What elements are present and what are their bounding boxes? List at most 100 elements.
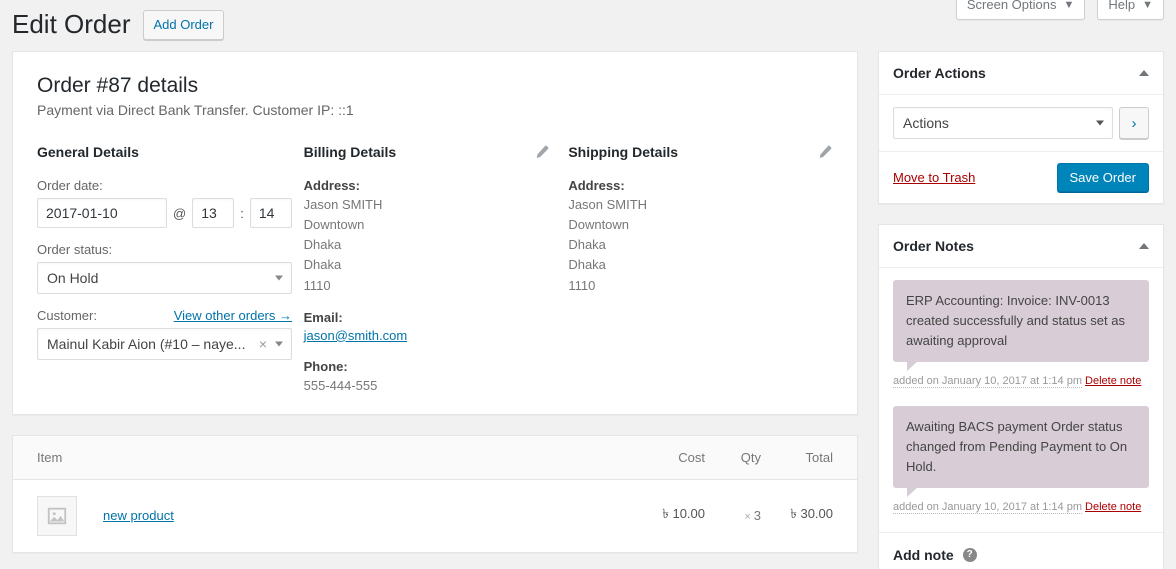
order-columns: General Details Order date: @ : Order st… (37, 144, 833, 396)
order-actions-panel: Order Actions Actions › Move to Trash Sa… (878, 51, 1164, 204)
add-note-label: Add note (893, 547, 954, 563)
billing-phone-label: Phone: (304, 359, 569, 374)
shipping-details-column: Shipping Details Address: Jason SMITH Do… (568, 144, 833, 396)
view-other-orders-link[interactable]: View other orders → (174, 308, 292, 323)
page-title: Edit Order (12, 8, 131, 42)
billing-address-line: Downtown (304, 215, 569, 235)
column-header-total: Total (761, 450, 833, 465)
column-header-qty: Qty (705, 450, 761, 465)
billing-details-heading: Billing Details (304, 144, 569, 160)
help-label: Help (1108, 0, 1135, 14)
billing-address-line: Dhaka (304, 235, 569, 255)
order-actions-select-value: Actions (903, 115, 949, 131)
column-header-cost: Cost (631, 450, 705, 465)
customer-row: Customer: View other orders → (37, 308, 292, 323)
shipping-address-line: Downtown (568, 215, 833, 235)
order-items-panel: Item Cost Qty Total new product ৳ 10.00 … (12, 435, 858, 553)
main-column: Order #87 details Payment via Direct Ban… (12, 51, 858, 553)
help-icon[interactable]: ? (963, 548, 977, 562)
move-to-trash-link[interactable]: Move to Trash (893, 170, 975, 185)
order-actions-header: Order Actions (879, 52, 1163, 95)
table-row[interactable]: new product ৳ 10.00 ×3 ৳ 30.00 (13, 480, 857, 552)
note-text: ERP Accounting: Invoice: INV-0013 create… (893, 280, 1149, 362)
column-header-item: Item (37, 450, 631, 465)
order-actions-heading: Order Actions (893, 65, 986, 81)
item-total: ৳ 30.00 (761, 505, 833, 526)
order-actions-body: Actions › (879, 95, 1163, 151)
billing-phone-value: 555-444-555 (304, 376, 569, 396)
product-name-link[interactable]: new product (103, 508, 631, 523)
apply-action-button[interactable]: › (1119, 107, 1149, 139)
chevron-up-icon[interactable] (1139, 70, 1149, 76)
chevron-down-icon (275, 342, 283, 347)
chevron-down-icon: ▼ (1063, 0, 1074, 13)
billing-address-line: Dhaka (304, 255, 569, 275)
chevron-up-icon[interactable] (1139, 243, 1149, 249)
screen-meta-toolbar: Screen Options ▼ Help ▼ (956, 0, 1164, 20)
note-timestamp: added on January 10, 2017 at 1:14 pm (893, 375, 1082, 388)
order-minute-input[interactable] (250, 198, 292, 228)
note-meta: added on January 10, 2017 at 1:14 pm Del… (893, 373, 1149, 390)
shipping-details-heading: Shipping Details (568, 144, 833, 160)
general-details-heading: General Details (37, 144, 304, 160)
order-status-select[interactable]: On Hold (37, 262, 292, 294)
edit-shipping-pencil-icon[interactable] (817, 144, 833, 160)
customer-label: Customer: (37, 308, 97, 323)
wp-admin-edit-order-page: Screen Options ▼ Help ▼ Edit Order Add O… (0, 0, 1176, 569)
qty-multiplier: × (744, 511, 750, 523)
screen-options-button[interactable]: Screen Options ▼ (956, 0, 1086, 20)
order-title: Order #87 details (37, 74, 833, 98)
order-notes-heading: Order Notes (893, 238, 974, 254)
order-notes-panel: Order Notes ERP Accounting: Invoice: INV… (878, 224, 1164, 569)
image-placeholder-icon (46, 505, 68, 527)
billing-address-label: Address: (304, 178, 569, 193)
page-header: Edit Order Add Order (12, 8, 224, 42)
delete-note-link[interactable]: Delete note (1085, 375, 1141, 387)
note-meta: added on January 10, 2017 at 1:14 pm Del… (893, 499, 1149, 516)
order-date-input[interactable] (37, 198, 167, 228)
save-order-button[interactable]: Save Order (1057, 163, 1149, 192)
order-date-label: Order date: (37, 178, 304, 193)
chevron-down-icon (1096, 121, 1104, 126)
shipping-address-label: Address: (568, 178, 833, 193)
order-notes-header: Order Notes (879, 225, 1163, 268)
help-button[interactable]: Help ▼ (1097, 0, 1164, 20)
shipping-address-line: 1110 (568, 276, 833, 296)
product-thumbnail-placeholder (37, 496, 77, 536)
add-order-button[interactable]: Add Order (143, 10, 225, 41)
item-qty: ×3 (705, 508, 761, 523)
order-actions-footer: Move to Trash Save Order (879, 151, 1163, 203)
sidebar-column: Order Actions Actions › Move to Trash Sa… (878, 51, 1164, 569)
order-data-panel: Order #87 details Payment via Direct Ban… (12, 51, 858, 415)
note-text: Awaiting BACS payment Order status chang… (893, 406, 1149, 488)
customer-value: Mainul Kabir Aion (#10 – naye... (47, 336, 245, 352)
order-notes-list: ERP Accounting: Invoice: INV-0013 create… (879, 268, 1163, 516)
shipping-address-line: Jason SMITH (568, 195, 833, 215)
note-timestamp: added on January 10, 2017 at 1:14 pm (893, 501, 1082, 514)
customer-select[interactable]: Mainul Kabir Aion (#10 – naye... × (37, 328, 292, 360)
shipping-address-line: Dhaka (568, 235, 833, 255)
time-colon: : (240, 206, 244, 221)
chevron-down-icon: ▼ (1142, 0, 1153, 13)
item-cost: ৳ 10.00 (631, 505, 705, 526)
list-item: ERP Accounting: Invoice: INV-0013 create… (893, 280, 1149, 390)
order-actions-select[interactable]: Actions (893, 107, 1113, 139)
at-symbol: @ (173, 206, 186, 221)
chevron-down-icon (275, 276, 283, 281)
billing-email-label: Email: (304, 310, 569, 325)
delete-note-link[interactable]: Delete note (1085, 501, 1141, 513)
order-status-value: On Hold (47, 270, 98, 286)
edit-billing-pencil-icon[interactable] (534, 144, 550, 160)
order-items-header-row: Item Cost Qty Total (13, 436, 857, 480)
shipping-address-line: Dhaka (568, 255, 833, 275)
qty-value: 3 (754, 508, 761, 523)
add-note-section: Add note ? (879, 532, 1163, 569)
order-status-label: Order status: (37, 242, 304, 257)
order-hour-input[interactable] (192, 198, 234, 228)
billing-address-line: 1110 (304, 276, 569, 296)
general-details-column: General Details Order date: @ : Order st… (37, 144, 304, 396)
billing-email-link[interactable]: jason@smith.com (304, 328, 408, 343)
order-date-row: @ : (37, 198, 304, 228)
list-item: Awaiting BACS payment Order status chang… (893, 406, 1149, 516)
clear-icon[interactable]: × (259, 336, 267, 352)
